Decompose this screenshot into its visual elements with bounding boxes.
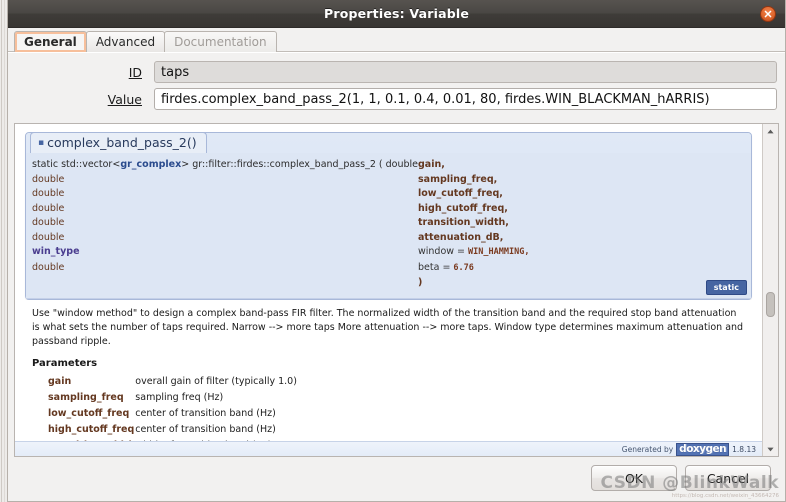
id-label: ID bbox=[128, 64, 142, 80]
value-label: Value bbox=[107, 91, 142, 107]
table-row: low_cutoff_freq center of transition band… bbox=[48, 406, 297, 422]
watermark-subtext: https://blog.csdn.net/weixin_43664276 bbox=[671, 493, 779, 499]
member-documentation: Use "window method" to design a complex … bbox=[23, 299, 754, 456]
sig-param-type-5: double bbox=[32, 231, 65, 243]
parameters-heading: Parameters bbox=[32, 357, 98, 369]
param-desc-2: center of transition band (Hz) bbox=[135, 407, 276, 419]
sig-param-type-1: double bbox=[32, 173, 65, 185]
cancel-button[interactable]: Cancel bbox=[685, 465, 771, 491]
documentation-panel: ▪ complex_band_pass_2() static std::vecto… bbox=[14, 123, 779, 457]
generated-by-label: Generated by bbox=[621, 444, 674, 454]
form-row-id: ID taps bbox=[14, 61, 779, 83]
id-field[interactable]: taps bbox=[154, 61, 777, 83]
table-row: gain overall gain of filter (typically 1.… bbox=[48, 374, 297, 390]
scroll-up-icon[interactable] bbox=[763, 124, 778, 138]
sig-param-name-4: transition_width, bbox=[418, 217, 509, 228]
tab-documentation[interactable]: Documentation bbox=[164, 31, 277, 52]
sig-param-default-6: WIN_HAMMING, bbox=[468, 247, 530, 257]
member-title: ▪ complex_band_pass_2() bbox=[30, 132, 207, 153]
member-item: ▪ complex_band_pass_2() static std::vecto… bbox=[25, 132, 752, 300]
param-name-1: sampling_freq bbox=[48, 391, 124, 403]
tab-bar: General Advanced Documentation bbox=[8, 28, 785, 52]
value-field[interactable]: firdes.complex_band_pass_2(1, 1, 0.1, 0.… bbox=[154, 88, 777, 110]
tab-general[interactable]: General bbox=[14, 31, 87, 52]
param-name-0: gain bbox=[48, 375, 72, 387]
doxygen-logo: doxygen bbox=[676, 442, 730, 456]
sig-param-type-4: double bbox=[32, 217, 65, 228]
doxygen-version: 1.8.13 bbox=[732, 444, 756, 454]
sig-param-type-6: win_type bbox=[32, 246, 80, 257]
close-icon[interactable] bbox=[760, 6, 776, 22]
static-badge: static bbox=[705, 279, 747, 295]
scroll-down-icon[interactable] bbox=[763, 442, 778, 456]
title-bar: Properties: Variable bbox=[8, 0, 785, 28]
param-name-2: low_cutoff_freq bbox=[48, 407, 130, 419]
tab-advanced[interactable]: Advanced bbox=[85, 31, 166, 52]
table-row: sampling_freq sampling freq (Hz) bbox=[48, 390, 297, 406]
signature-table: static std::vector<gr_complex> gr::filte… bbox=[32, 158, 529, 291]
signature-return: static std::vector<gr_complex> gr::filte… bbox=[32, 159, 418, 170]
sig-param-name-6: window = WIN_HAMMING, bbox=[418, 246, 530, 257]
sig-param-default-7: 6.76 bbox=[453, 262, 474, 273]
bullet-icon: ▪ bbox=[38, 138, 45, 148]
sig-param-name-1: sampling_freq, bbox=[418, 173, 498, 185]
sig-param-name-3: high_cutoff_freq, bbox=[418, 202, 508, 214]
table-row: high_cutoff_freq center of transition ban… bbox=[48, 422, 297, 438]
dialog-action-bar: OK Cancel CSDN @BlinkWalk https://blog.c… bbox=[8, 461, 785, 501]
sig-param-type-7: double bbox=[32, 261, 65, 273]
window-title: Properties: Variable bbox=[323, 6, 470, 21]
sig-param-name-2: low_cutoff_freq, bbox=[418, 188, 503, 199]
ok-button[interactable]: OK bbox=[591, 465, 677, 491]
sig-param-name-5: attenuation_dB, bbox=[418, 231, 504, 243]
sig-param-name-7: beta = 6.76 bbox=[418, 261, 474, 273]
param-desc-0: overall gain of filter (typically 1.0) bbox=[135, 375, 297, 387]
signature-close-paren: ) bbox=[418, 277, 423, 288]
form-row-value: Value firdes.complex_band_pass_2(1, 1, 0… bbox=[14, 88, 779, 110]
param-name-3: high_cutoff_freq bbox=[48, 423, 135, 435]
sig-param-type-3: double bbox=[32, 202, 65, 214]
properties-dialog: Properties: Variable General Advanced Do… bbox=[7, 0, 786, 502]
doxygen-footer: Generated by doxygen 1.8.13 bbox=[15, 441, 762, 456]
member-prototype: ▪ complex_band_pass_2() static std::vecto… bbox=[26, 132, 751, 299]
vertical-scrollbar[interactable] bbox=[762, 124, 778, 456]
sig-param-type-2: double bbox=[32, 188, 65, 199]
signature-class: gr_complex bbox=[120, 159, 182, 170]
member-description: Use "window method" to design a complex … bbox=[32, 307, 744, 347]
doxygen-document: ▪ complex_band_pass_2() static std::vecto… bbox=[15, 124, 762, 456]
general-form: ID taps Value firdes.complex_band_pass_2… bbox=[8, 52, 785, 119]
scrollbar-thumb[interactable] bbox=[766, 292, 775, 317]
param-desc-3: center of transition band (Hz) bbox=[135, 423, 276, 435]
sig-param-name-0: gain, bbox=[418, 159, 445, 170]
member-title-text: complex_band_pass_2() bbox=[47, 135, 197, 150]
param-desc-1: sampling freq (Hz) bbox=[135, 391, 224, 403]
